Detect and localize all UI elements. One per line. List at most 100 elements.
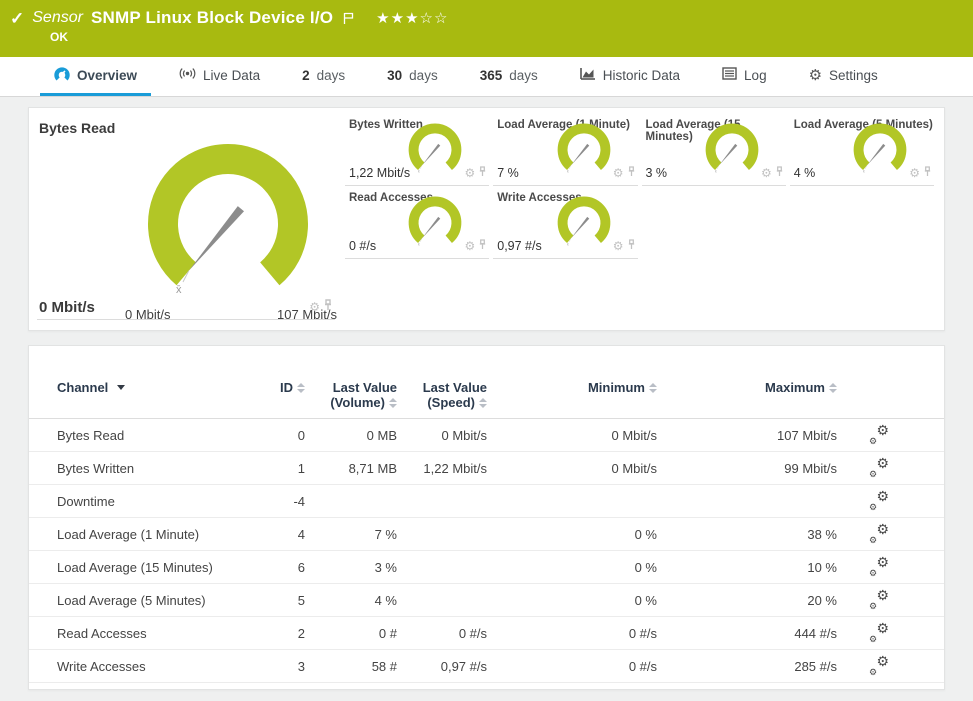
channel-settings-gears-icon[interactable]: ⚙⚙ [869, 524, 891, 542]
table-row[interactable]: Write Accesses358 #0,97 #/s0 #/s285 #/s⚙… [29, 650, 944, 683]
column-header-minimum[interactable]: Minimum [487, 380, 657, 395]
gauge-average-marker: x̄ [418, 170, 420, 174]
cell-channel[interactable]: Read Accesses [57, 626, 257, 641]
gauge-tile-bytes-written[interactable]: Bytes Written x̄ 1,22 Mbit/s⚙ [345, 113, 489, 186]
gauge-settings-gear-icon[interactable]: ⚙ [613, 167, 624, 179]
tab-historic-data[interactable]: Historic Data [566, 57, 694, 96]
gauge-pin-icon[interactable] [775, 164, 784, 182]
column-header-id[interactable]: ID [257, 380, 305, 395]
gauge-pin-icon[interactable] [323, 298, 333, 316]
table-row[interactable]: Downtime-4⚙⚙ [29, 485, 944, 518]
gauge-settings-gear-icon[interactable]: ⚙ [613, 240, 624, 252]
gauge-dial: x̄ [852, 122, 908, 175]
gauge-needle [571, 144, 589, 165]
table-row[interactable]: Bytes Written18,71 MB1,22 Mbit/s0 Mbit/s… [29, 452, 944, 485]
tab-label: days [317, 68, 346, 83]
cell-maximum: 38 % [657, 527, 837, 542]
gauge-settings-gear-icon[interactable]: ⚙ [909, 167, 920, 179]
gauge-average-marker: x̄ [418, 243, 420, 247]
column-header-last-value-speed[interactable]: Last Value (Speed) [397, 380, 487, 410]
cell-last-value-volume: 58 # [305, 659, 397, 674]
tab-live-data[interactable]: Live Data [165, 57, 274, 96]
cell-channel[interactable]: Write Accesses [57, 659, 257, 674]
sort-icon [297, 383, 305, 393]
sort-icon [649, 383, 657, 393]
gauge-arc [163, 159, 293, 274]
channel-settings-gears-icon[interactable]: ⚙⚙ [869, 557, 891, 575]
status-check-icon: ✓ [10, 10, 24, 27]
tab-label: days [409, 68, 438, 83]
flag-icon[interactable] [343, 12, 354, 25]
cell-minimum: 0 Mbit/s [487, 461, 657, 476]
gauge-tile-load-average-5-minutes[interactable]: Load Average (5 Minutes) x̄ 4 %⚙ [790, 113, 934, 186]
cell-last-value-volume: 4 % [305, 593, 397, 608]
gauge-pin-icon[interactable] [923, 164, 932, 182]
gauge-settings-gear-icon[interactable]: ⚙ [464, 240, 475, 252]
column-header-channel[interactable]: Channel [57, 380, 257, 395]
gauges-panel: Bytes Read x̄ 0 Mbit/s 107 Mbit/s 0 Mbit… [28, 107, 945, 331]
gauge-tile-load-average-1-minute[interactable]: Load Average (1 Minute) x̄ 7 %⚙ [493, 113, 637, 186]
channel-settings-gears-icon[interactable]: ⚙⚙ [869, 590, 891, 608]
tile-gauge: x̄ [407, 122, 463, 180]
log-icon [722, 67, 737, 83]
tab-days[interactable]: 365days [466, 57, 552, 96]
sort-icon [829, 383, 837, 393]
gauge-dial: x̄ [143, 140, 313, 300]
tab-overview[interactable]: Overview [40, 57, 151, 96]
gauge-pin-icon[interactable] [627, 237, 636, 255]
gauge-pin-icon[interactable] [478, 164, 487, 182]
gauge-average-marker: x̄ [566, 170, 568, 174]
channel-settings-gears-icon[interactable]: ⚙⚙ [869, 623, 891, 641]
table-row[interactable]: Bytes Read00 MB0 Mbit/s0 Mbit/s107 Mbit/… [29, 419, 944, 452]
tile-value: 1,22 Mbit/s [349, 166, 410, 180]
tab-log[interactable]: Log [708, 57, 781, 96]
cell-channel[interactable]: Load Average (5 Minutes) [57, 593, 257, 608]
cell-maximum: 10 % [657, 560, 837, 575]
gauge-tile-read-accesses[interactable]: Read Accesses x̄ 0 #/s⚙ [345, 186, 489, 259]
tab-label: Log [744, 68, 767, 83]
cell-channel[interactable]: Bytes Read [57, 428, 257, 443]
table-row[interactable]: Read Accesses20 #0 #/s0 #/s444 #/s⚙⚙ [29, 617, 944, 650]
cell-channel[interactable]: Bytes Written [57, 461, 257, 476]
tile-value: 7 % [497, 166, 519, 180]
priority-stars[interactable]: ★★★☆☆ [376, 9, 448, 27]
cell-last-value-volume: 0 # [305, 626, 397, 641]
gauge-needle [189, 206, 244, 271]
gauge-tile-load-average-15-minutes[interactable]: Load Average (15 Minutes) x̄ 3 %⚙ [642, 113, 786, 186]
channel-settings-gears-icon[interactable]: ⚙⚙ [869, 425, 891, 443]
tile-value: 3 % [646, 166, 668, 180]
gauge-pin-icon[interactable] [478, 237, 487, 255]
table-row[interactable]: Load Average (5 Minutes)54 %0 %20 %⚙⚙ [29, 584, 944, 617]
tab-days[interactable]: 30 days [373, 57, 452, 96]
cell-last-value-speed: 0 Mbit/s [397, 428, 487, 443]
column-header-maximum[interactable]: Maximum [657, 380, 837, 395]
tab-label: Overview [77, 68, 137, 83]
column-header-last-value-volume[interactable]: Last Value (Volume) [305, 380, 397, 410]
tab-number: 2 [302, 68, 310, 83]
gauge-settings-gear-icon[interactable]: ⚙ [761, 167, 772, 179]
gauge-settings-gear-icon[interactable]: ⚙ [464, 167, 475, 179]
gauge-dial: x̄ [407, 122, 463, 175]
cell-channel[interactable]: Downtime [57, 494, 257, 509]
sort-icon [479, 398, 487, 408]
channel-settings-gears-icon[interactable]: ⚙⚙ [869, 491, 891, 509]
tab-settings[interactable]: ⚙Settings [795, 57, 892, 96]
tab-label: Live Data [203, 68, 260, 83]
gauge-settings-gear-icon[interactable]: ⚙ [309, 301, 320, 313]
cell-channel[interactable]: Load Average (15 Minutes) [57, 560, 257, 575]
main-gauge-tile[interactable]: Bytes Read x̄ 0 Mbit/s 107 Mbit/s 0 Mbit… [29, 108, 343, 330]
tab-number: 30 [387, 68, 402, 83]
gauge-tile-write-accesses[interactable]: Write Accesses x̄ 0,97 #/s⚙ [493, 186, 637, 259]
gauge-pin-icon[interactable] [627, 164, 636, 182]
gauge-needle [571, 217, 589, 238]
channel-settings-gears-icon[interactable]: ⚙⚙ [869, 656, 891, 674]
cell-channel[interactable]: Load Average (1 Minute) [57, 527, 257, 542]
table-row[interactable]: Load Average (1 Minute)47 %0 %38 %⚙⚙ [29, 518, 944, 551]
table-row[interactable]: Load Average (15 Minutes)63 %0 %10 %⚙⚙ [29, 551, 944, 584]
channel-settings-gears-icon[interactable]: ⚙⚙ [869, 458, 891, 476]
gauge-arc [414, 201, 457, 239]
tab-number: 365 [480, 68, 503, 83]
tile-value: 4 % [794, 166, 816, 180]
gauge-average-marker: x̄ [863, 170, 865, 174]
tab-days[interactable]: 2 days [288, 57, 359, 96]
